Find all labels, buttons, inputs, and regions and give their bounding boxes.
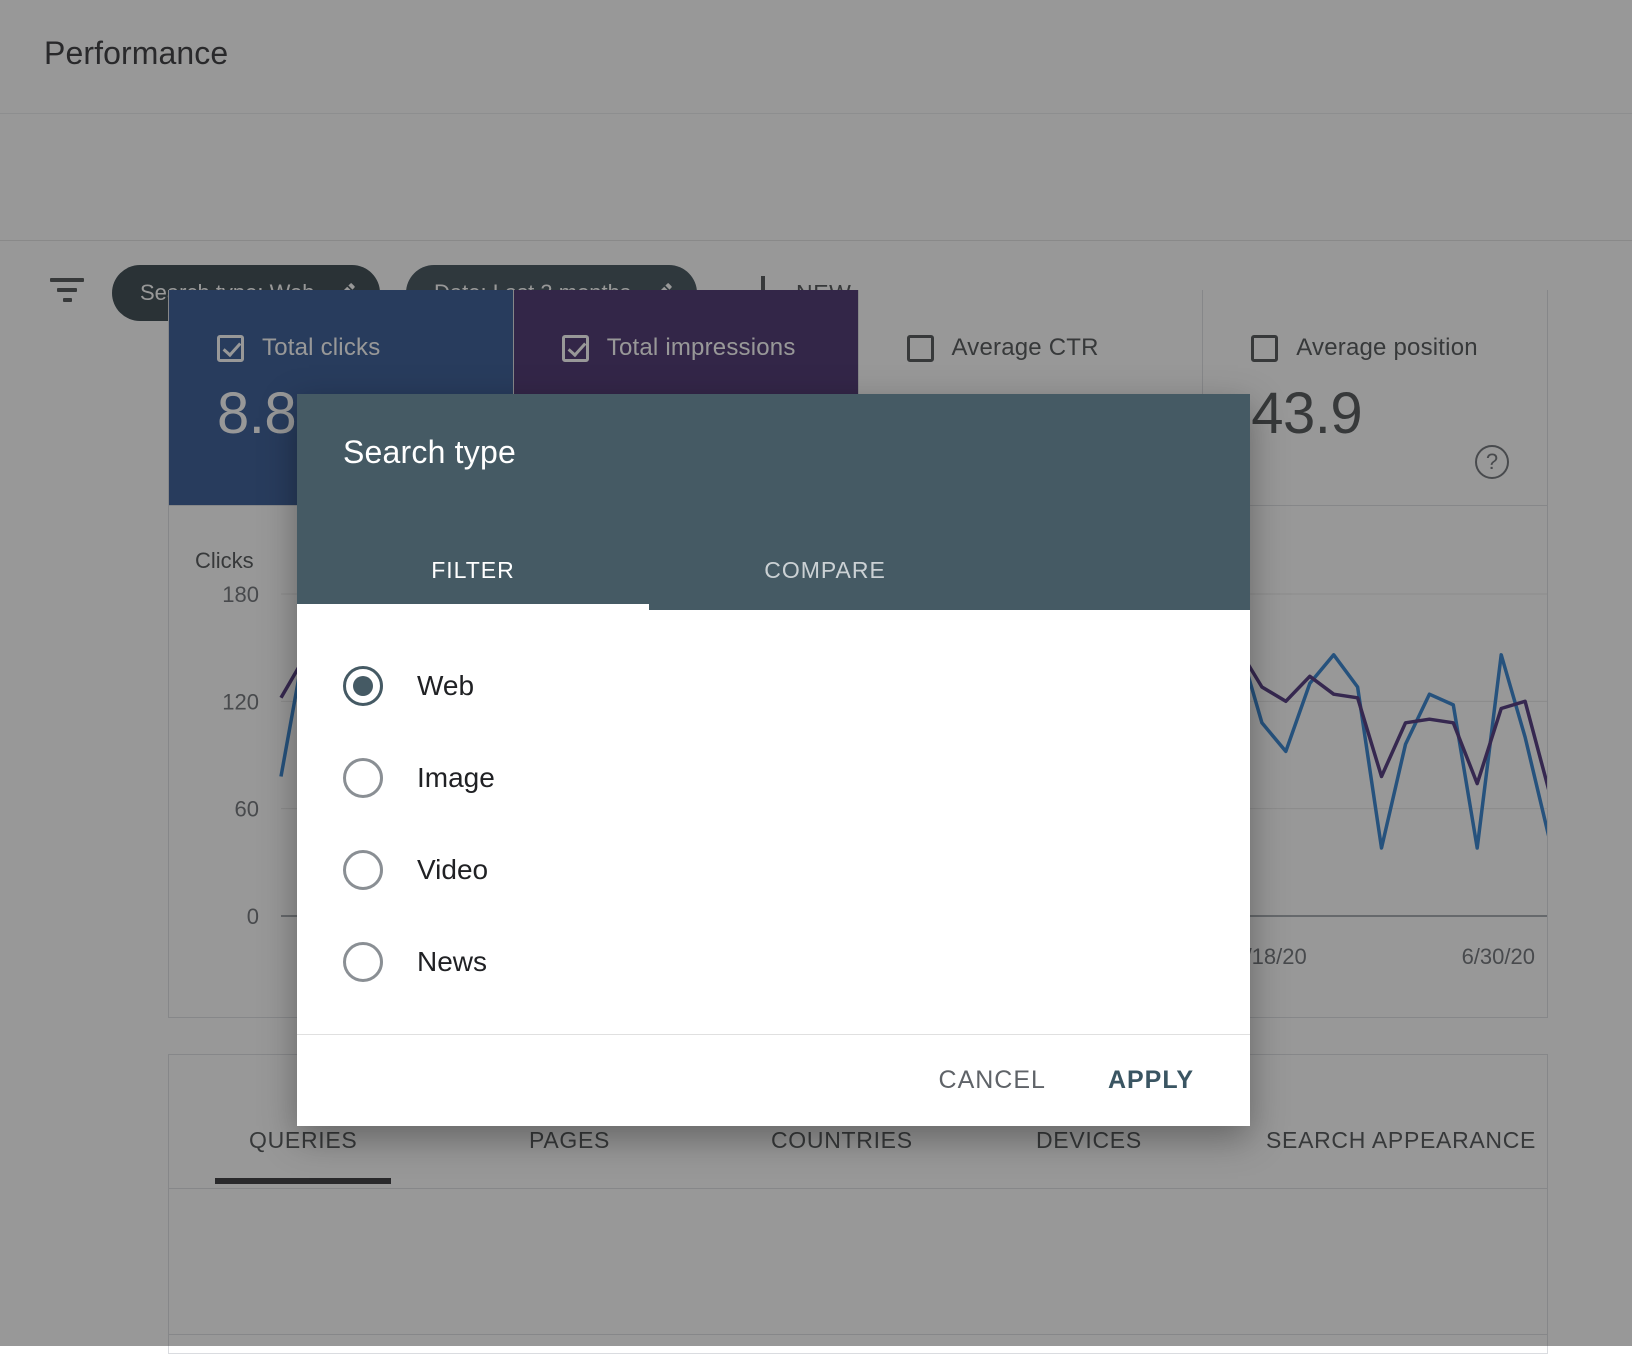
radio-option-news[interactable]: News bbox=[297, 916, 1250, 1008]
dialog-tab-label: FILTER bbox=[431, 557, 515, 583]
radio-button-image[interactable] bbox=[343, 758, 383, 798]
dialog-header: Search type FILTER COMPARE bbox=[297, 394, 1250, 610]
dialog-tab-filter[interactable]: FILTER bbox=[297, 557, 649, 610]
dialog-actions: CANCEL APPLY bbox=[297, 1034, 1250, 1126]
radio-button-video[interactable] bbox=[343, 850, 383, 890]
radio-label: Image bbox=[417, 762, 495, 794]
search-type-dialog: Search type FILTER COMPARE Web Image Video N… bbox=[297, 394, 1250, 1126]
radio-option-web[interactable]: Web bbox=[297, 640, 1250, 732]
radio-option-image[interactable]: Image bbox=[297, 732, 1250, 824]
radio-label: News bbox=[417, 946, 487, 978]
dialog-tab-indicator bbox=[297, 604, 649, 610]
dialog-tab-compare[interactable]: COMPARE bbox=[649, 557, 1001, 610]
dialog-tab-label: COMPARE bbox=[764, 557, 886, 583]
radio-option-video[interactable]: Video bbox=[297, 824, 1250, 916]
dialog-options-list: Web Image Video News bbox=[297, 610, 1250, 1034]
radio-label: Video bbox=[417, 854, 488, 886]
radio-label: Web bbox=[417, 670, 474, 702]
radio-button-web[interactable] bbox=[343, 666, 383, 706]
radio-button-news[interactable] bbox=[343, 942, 383, 982]
dialog-tabs: FILTER COMPARE bbox=[297, 557, 1250, 610]
apply-button[interactable]: APPLY bbox=[1086, 1052, 1216, 1109]
cancel-button[interactable]: CANCEL bbox=[917, 1052, 1068, 1109]
dialog-title: Search type bbox=[297, 434, 1250, 471]
